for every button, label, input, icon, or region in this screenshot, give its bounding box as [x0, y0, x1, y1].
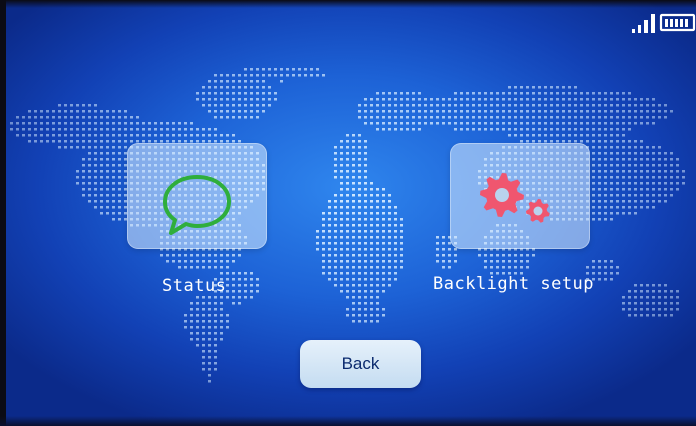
back-button-label: Back — [341, 354, 380, 373]
backlight-setup-label: Backlight setup — [433, 274, 595, 294]
status-label: Status — [162, 276, 227, 296]
backlight-setup-tile[interactable] — [450, 143, 590, 249]
small-gear-icon — [526, 199, 550, 223]
screen-bezel-bottom — [0, 416, 696, 426]
signal-strength-icon — [632, 14, 655, 33]
status-bar — [632, 13, 696, 33]
screen-bezel-top — [0, 0, 696, 8]
battery-icon — [659, 13, 696, 32]
speech-bubble-icon — [163, 175, 231, 235]
status-tile[interactable] — [127, 143, 267, 249]
menu-screen: Status Backlight setup Back — [0, 0, 696, 426]
back-button[interactable]: Back — [300, 340, 421, 388]
screen-bezel-left — [0, 0, 6, 426]
large-gear-icon — [480, 173, 524, 217]
gears-icon — [480, 173, 550, 223]
